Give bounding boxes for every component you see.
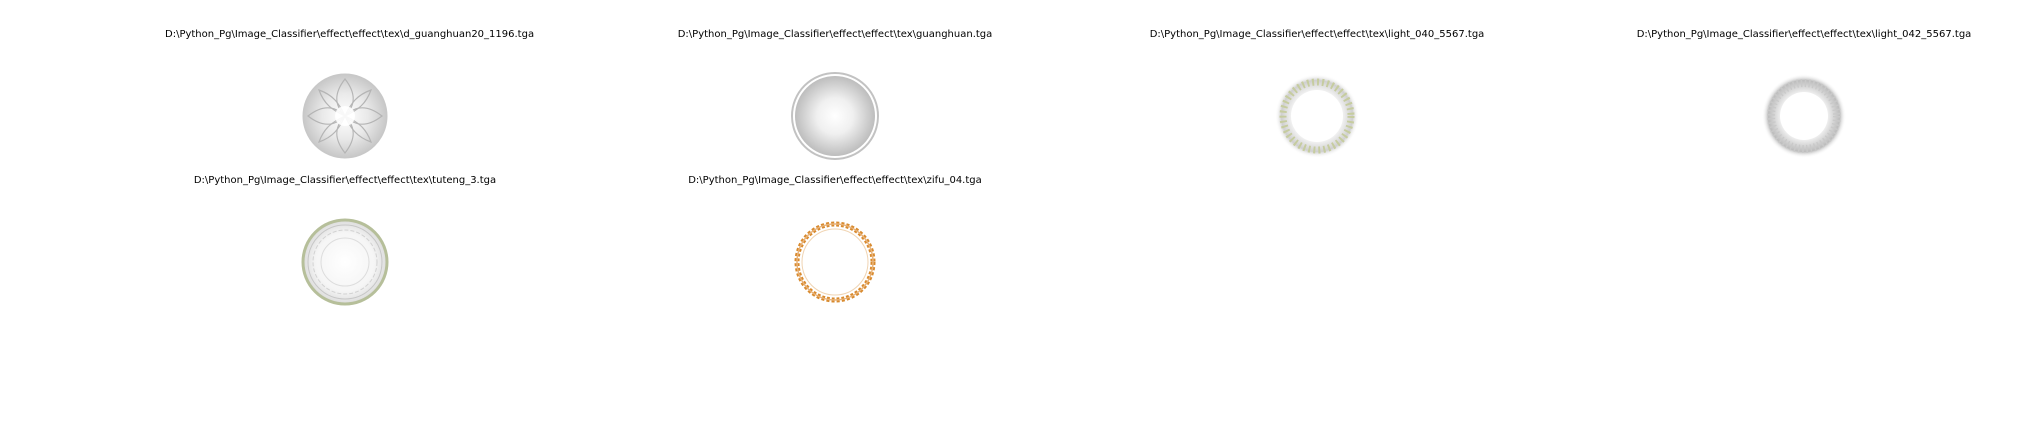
image-tile-5: D:\Python_Pg\Image_Classifier\effect\eff… bbox=[165, 175, 525, 306]
image-title: D:\Python_Pg\Image_Classifier\effect\eff… bbox=[677, 29, 993, 40]
image-title: D:\Python_Pg\Image_Classifier\effect\eff… bbox=[1149, 29, 1485, 40]
totem-ring-texture-icon bbox=[300, 217, 390, 307]
image-tile-2: D:\Python_Pg\Image_Classifier\effect\eff… bbox=[655, 29, 1015, 160]
soft-halo-texture-icon bbox=[790, 71, 880, 161]
flower-ring-texture-icon bbox=[300, 71, 390, 161]
orange-rune-ring-texture-icon bbox=[790, 217, 880, 307]
image-title: D:\Python_Pg\Image_Classifier\effect\eff… bbox=[1636, 29, 1972, 40]
image-tile-1: D:\Python_Pg\Image_Classifier\effect\eff… bbox=[165, 29, 535, 159]
spiky-light-ring-texture-icon bbox=[1272, 71, 1362, 161]
image-title: D:\Python_Pg\Image_Classifier\effect\eff… bbox=[165, 29, 535, 40]
image-title: D:\Python_Pg\Image_Classifier\effect\eff… bbox=[193, 175, 497, 186]
image-tile-6: D:\Python_Pg\Image_Classifier\effect\eff… bbox=[655, 175, 1015, 303]
gray-light-ring-texture-icon bbox=[1759, 71, 1849, 161]
image-title: D:\Python_Pg\Image_Classifier\effect\eff… bbox=[688, 175, 982, 186]
image-tile-4: D:\Python_Pg\Image_Classifier\effect\eff… bbox=[1624, 29, 1984, 158]
image-tile-3: D:\Python_Pg\Image_Classifier\effect\eff… bbox=[1137, 29, 1497, 158]
